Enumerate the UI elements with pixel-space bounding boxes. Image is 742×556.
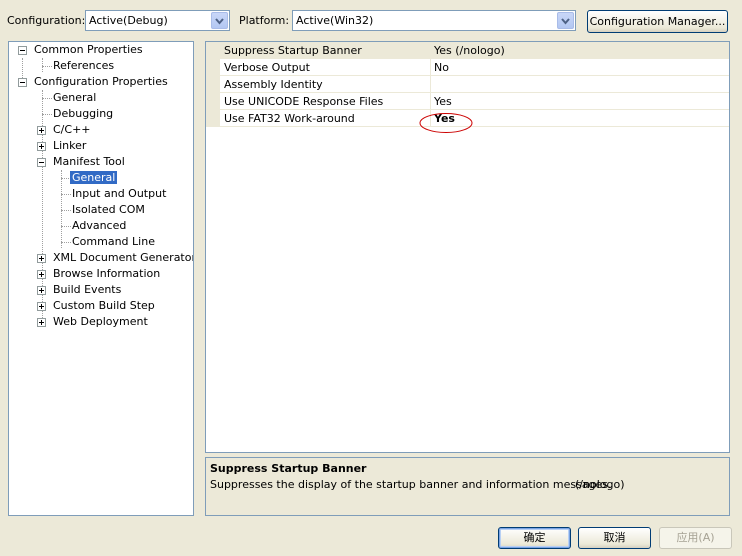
configuration-value: Active(Debug) [89,14,168,27]
tree-item-references[interactable]: References [51,58,116,74]
collapse-icon[interactable] [37,158,46,167]
configuration-manager-button[interactable]: Configuration Manager... [587,10,728,33]
tree-item-input-and-output[interactable]: Input and Output [70,186,168,202]
tree-item-manifest-general[interactable]: General [70,170,118,186]
property-value[interactable]: No [434,61,449,74]
highlight-ellipse-annotation [419,113,473,133]
tree-item-debugging[interactable]: Debugging [51,106,115,122]
tree-item-command-line[interactable]: Command Line [70,234,157,250]
expand-icon[interactable] [37,286,46,295]
expand-icon[interactable] [37,318,46,327]
tree-item-common-properties[interactable]: Common Properties [32,42,145,58]
grid-row[interactable]: Use UNICODE Response Files Yes [206,93,729,110]
grid-row[interactable]: Assembly Identity [206,76,729,93]
configuration-select[interactable]: Active(Debug) [85,10,230,31]
apply-button[interactable]: 应用(A) [659,527,732,549]
platform-label: Platform: [239,14,290,27]
tree-item-xml-document-generator[interactable]: XML Document Generator [51,250,193,266]
property-name: Use UNICODE Response Files [224,95,384,108]
tree-item-manifest-tool[interactable]: Manifest Tool [51,154,127,170]
property-value[interactable]: Yes (/nologo) [434,44,505,57]
description-title: Suppress Startup Banner [210,462,367,475]
chevron-down-icon[interactable] [211,12,228,29]
expand-icon[interactable] [37,126,46,135]
platform-select[interactable]: Active(Win32) [292,10,576,31]
chevron-down-icon[interactable] [557,12,574,29]
expand-icon[interactable] [37,302,46,311]
expand-icon[interactable] [37,254,46,263]
ok-button[interactable]: 确定 [498,527,571,549]
tree-item-linker[interactable]: Linker [51,138,88,154]
tree-item-browse-information[interactable]: Browse Information [51,266,162,282]
expand-icon[interactable] [37,270,46,279]
description-text: Suppresses the display of the startup ba… [210,478,612,491]
collapse-icon[interactable] [18,78,27,87]
property-name: Suppress Startup Banner [224,44,362,57]
cancel-button[interactable]: 取消 [578,527,651,549]
property-value[interactable]: Yes [434,95,452,108]
tree-item-web-deployment[interactable]: Web Deployment [51,314,150,330]
tree-item-build-events[interactable]: Build Events [51,282,123,298]
collapse-icon[interactable] [18,46,27,55]
tree-item-general[interactable]: General [51,90,98,106]
description-panel: Suppress Startup Banner Suppresses the d… [205,457,730,516]
property-name: Use FAT32 Work-around [224,112,355,125]
platform-value: Active(Win32) [296,14,374,27]
property-name: Verbose Output [224,61,310,74]
tree-item-c-cpp[interactable]: C/C++ [51,122,93,138]
grid-row[interactable]: Suppress Startup Banner Yes (/nologo) [206,42,729,59]
property-name: Assembly Identity [224,78,323,91]
property-tree[interactable]: Common Properties References Configurati… [8,41,194,516]
configuration-label: Configuration: [7,14,86,27]
tree-item-configuration-properties[interactable]: Configuration Properties [32,74,170,90]
description-switch: (/nologo) [575,478,625,491]
tree-item-advanced[interactable]: Advanced [70,218,128,234]
tree-item-isolated-com[interactable]: Isolated COM [70,202,147,218]
expand-icon[interactable] [37,142,46,151]
tree-item-custom-build-step[interactable]: Custom Build Step [51,298,157,314]
property-grid[interactable]: Suppress Startup Banner Yes (/nologo) Ve… [205,41,730,453]
grid-row[interactable]: Verbose Output No [206,59,729,76]
